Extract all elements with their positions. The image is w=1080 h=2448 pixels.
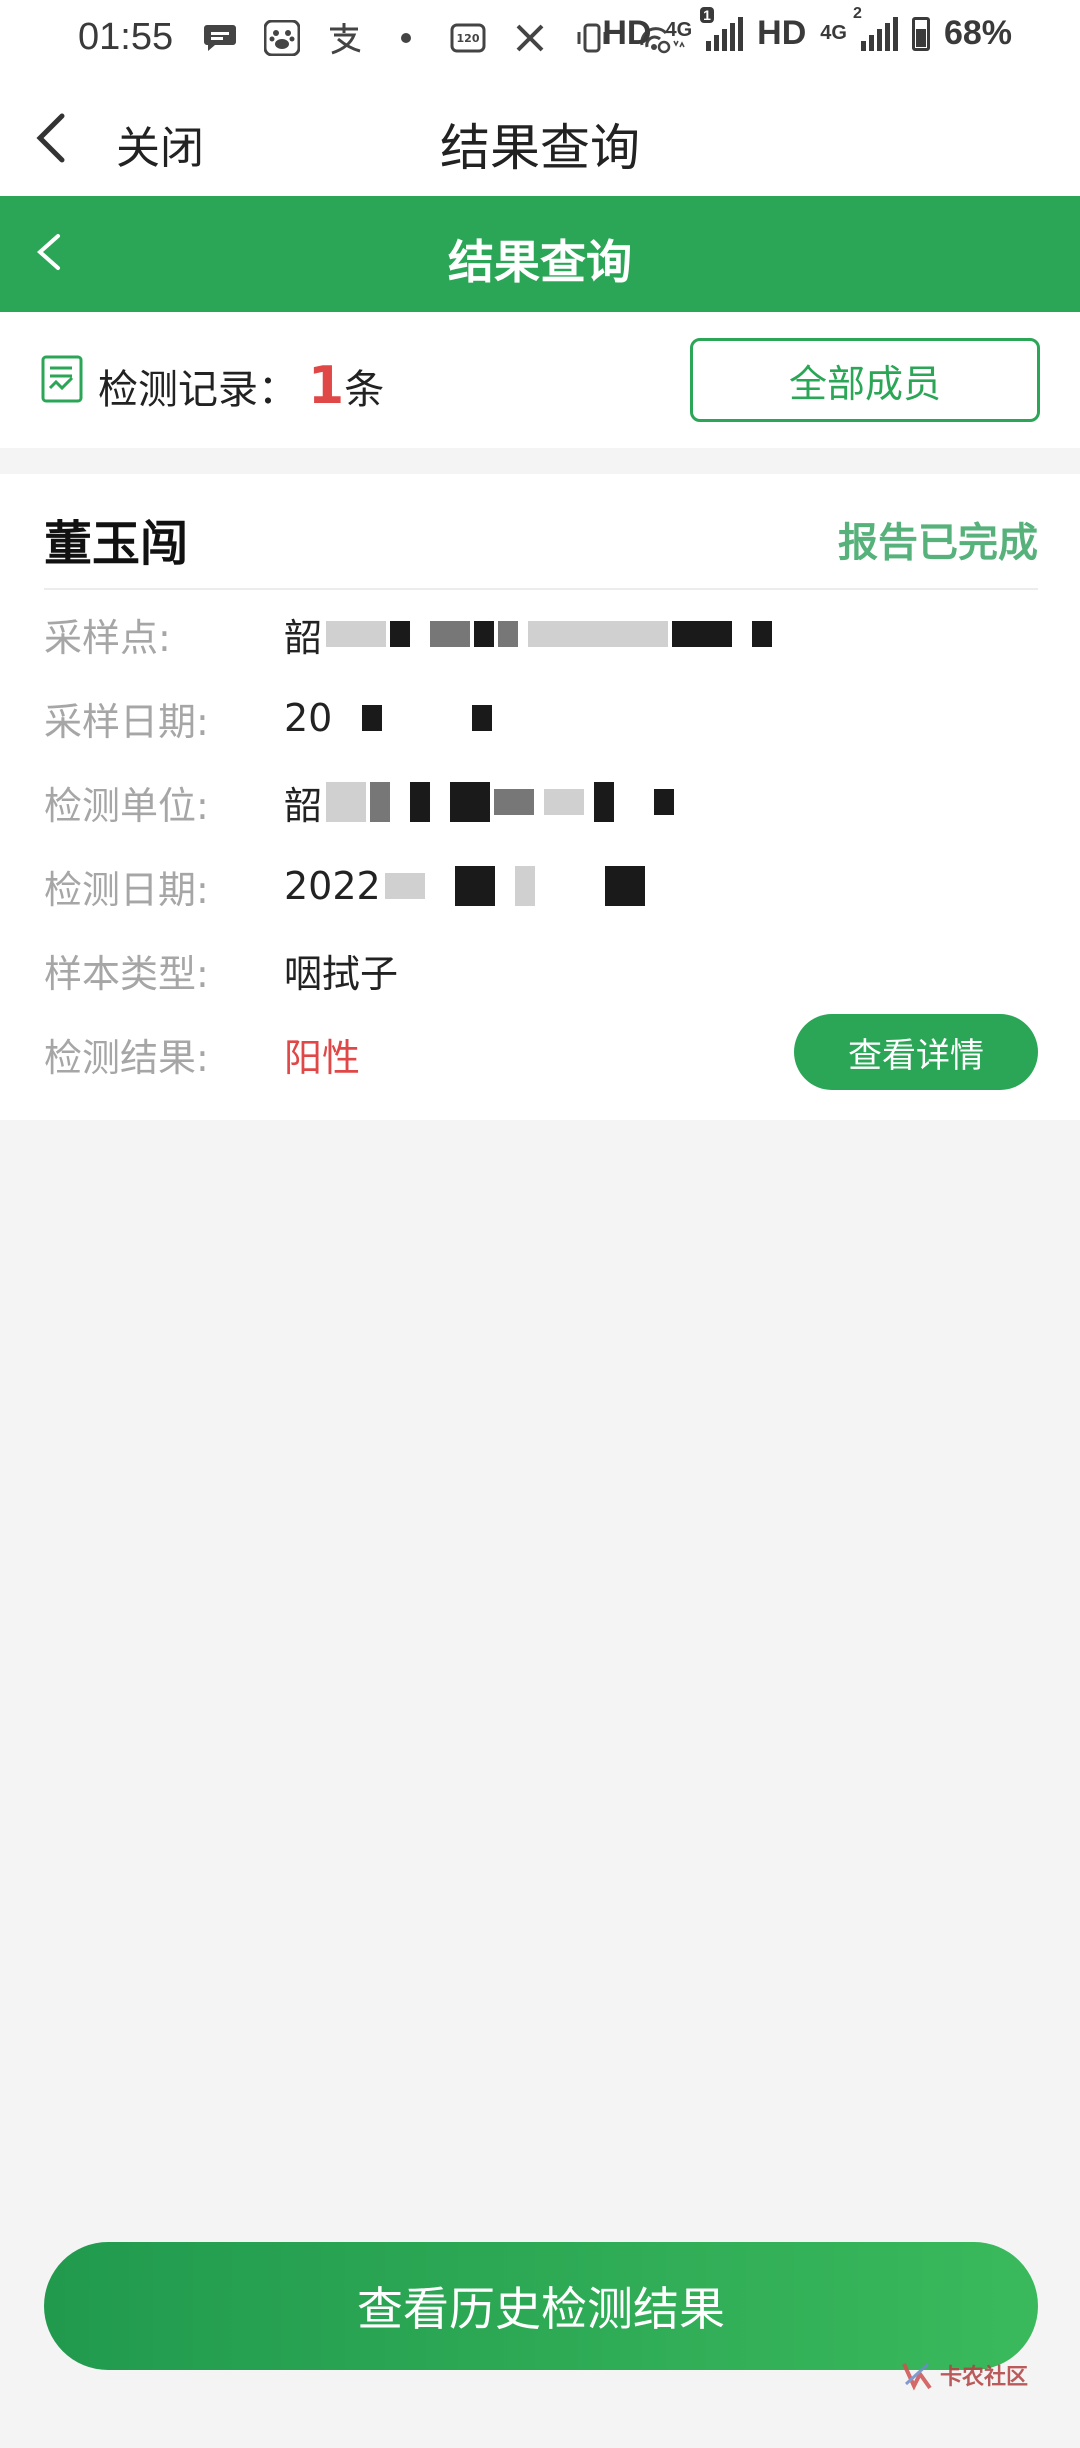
status-right: HD 4G 1 HD 4G 2 68%: [602, 5, 1012, 53]
redaction-block: [494, 789, 535, 815]
records-label-text: 检测记录：: [98, 367, 298, 413]
records-bar: 检测记录： 1条 全部成员: [0, 312, 1080, 448]
testing-unit-row: 检测单位: 韶: [44, 772, 675, 832]
redaction-block: [528, 621, 669, 647]
close-button[interactable]: 关闭: [116, 112, 204, 176]
sampling-site-text: 韶: [284, 615, 323, 660]
redaction-block: [604, 866, 645, 906]
testing-date-text: 2022: [284, 864, 381, 908]
view-details-button[interactable]: 查看详情: [794, 1014, 1038, 1090]
status-bar: 01:55 120 HD 4G 1 HD 4G 2 68%: [0, 0, 1080, 80]
status-time: 01:55: [78, 16, 174, 58]
sampling-site-value: 韶: [284, 607, 773, 662]
redaction-block: [672, 621, 733, 647]
result-card: 董玉闯 报告已完成 采样点: 韶 采样日期: 20 检测单位: 韶 检测日期: …: [0, 474, 1080, 1120]
redaction-block: [370, 782, 391, 822]
top-nav-bar: 关闭 结果查询: [0, 80, 1080, 196]
records-unit: 条: [344, 367, 385, 413]
signal-bars-2-icon: [860, 16, 898, 51]
sample-type-label: 样本类型:: [44, 951, 209, 996]
testing-date-value: 2022: [284, 864, 645, 908]
network-1-label: 4G: [665, 18, 693, 41]
card-divider: [44, 588, 1038, 590]
test-result-value: 阳性: [284, 1035, 361, 1080]
redaction-block: [454, 866, 495, 906]
redaction-block: [474, 621, 495, 647]
network-2-label: 4G: [820, 22, 847, 44]
watermark: 卡农社区: [900, 2358, 1028, 2392]
redaction-block: [326, 621, 387, 647]
redaction-block: [410, 782, 431, 822]
sampling-date-row: 采样日期: 20: [44, 688, 493, 748]
sampling-date-label: 采样日期:: [44, 699, 209, 744]
baidu-paw-icon: [262, 18, 302, 58]
message-icon: [200, 18, 240, 58]
records-count: 1: [308, 356, 345, 416]
page: 01:55 120 HD 4G 1 HD 4G 2 68% 关闭 结果查询 结果…: [0, 0, 1080, 2448]
redaction-block: [326, 782, 367, 822]
redaction-block: [472, 705, 493, 731]
sampling-site-label: 采样点:: [44, 615, 171, 660]
redaction-block: [390, 621, 411, 647]
sample-type-row: 样本类型: 咽拭子: [44, 940, 398, 1000]
redaction-block: [544, 789, 585, 815]
redaction-block: [450, 782, 491, 822]
redaction-block: [384, 873, 425, 899]
page-title: 结果查询: [448, 235, 632, 289]
signal-2: 2: [853, 5, 898, 51]
report-status-badge: 报告已完成: [838, 520, 1038, 566]
signal-1: 1: [700, 6, 744, 51]
testing-date-label: 检测日期:: [44, 867, 209, 912]
all-members-button[interactable]: 全部成员: [690, 338, 1040, 422]
sampling-date-text: 20: [284, 696, 333, 740]
dot-icon: [386, 18, 426, 58]
alipay-icon: [324, 18, 364, 58]
battery-percent: 68%: [943, 14, 1012, 52]
testing-unit-text: 韶: [284, 783, 323, 828]
sim-badge-2: 2: [852, 4, 862, 22]
page-header: 结果查询: [0, 196, 1080, 312]
redaction-block: [430, 621, 471, 647]
network-1: 4G: [665, 20, 692, 48]
redaction-block: [752, 621, 773, 647]
back-arrow-icon[interactable]: [24, 108, 84, 168]
redaction-block: [514, 866, 535, 906]
redaction-block: [654, 789, 675, 815]
sampling-site-row: 采样点: 韶: [44, 604, 773, 664]
hd-label-2: HD: [757, 14, 807, 52]
redaction-block: [362, 705, 383, 731]
testing-date-row: 检测日期: 2022: [44, 856, 645, 916]
testing-unit-label: 检测单位:: [44, 783, 209, 828]
x-icon: [510, 18, 550, 58]
records-label: 检测记录： 1条: [98, 356, 384, 416]
watermark-logo-icon: [900, 2358, 934, 2392]
document-icon: [40, 354, 84, 404]
sample-type-value: 咽拭子: [284, 951, 399, 996]
view-history-button[interactable]: 查看历史检测结果: [44, 2242, 1038, 2370]
redaction-block: [594, 782, 615, 822]
test-result-label: 检测结果:: [44, 1035, 209, 1080]
battery-icon: [911, 16, 930, 51]
refresh-rate-120-icon: 120: [448, 18, 488, 58]
sim-badge-1: 1: [700, 6, 714, 23]
redaction-block: [498, 621, 519, 647]
watermark-text: 卡农社区: [940, 2365, 1029, 2390]
testing-unit-value: 韶: [284, 775, 675, 830]
test-result-row: 检测结果: 阳性: [44, 1024, 360, 1084]
svg-text:120: 120: [457, 32, 480, 45]
hd-label: HD: [602, 14, 652, 52]
sampling-date-value: 20: [284, 696, 493, 740]
person-name: 董玉闯: [44, 516, 189, 572]
